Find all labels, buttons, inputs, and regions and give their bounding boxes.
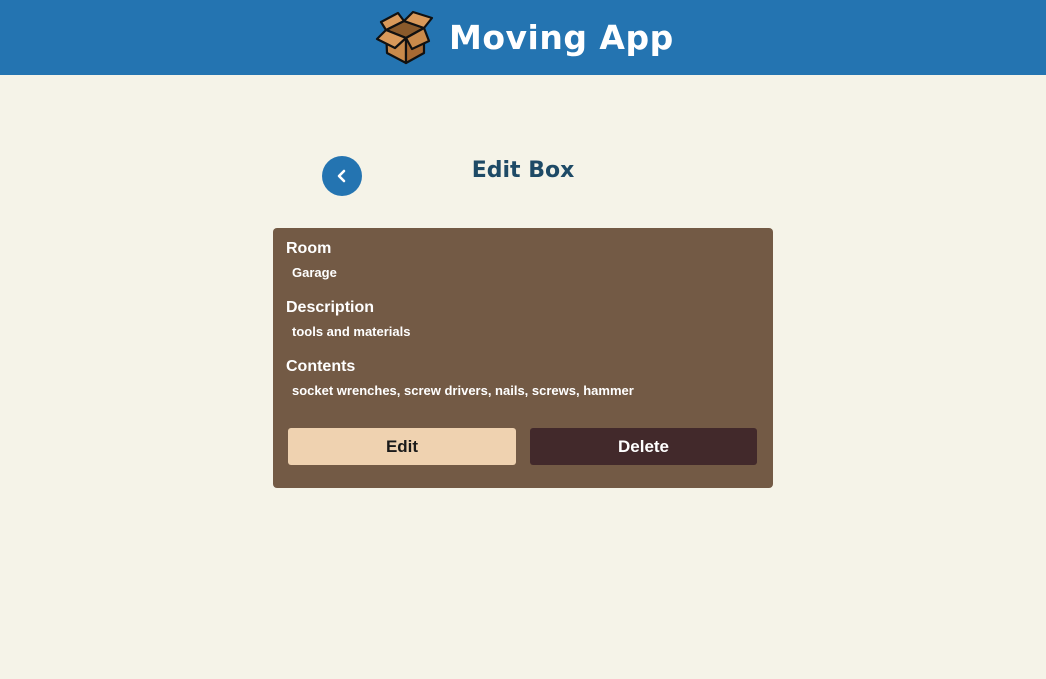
room-value: Garage: [292, 265, 337, 280]
contents-value: socket wrenches, screw drivers, nails, s…: [292, 383, 634, 398]
delete-button[interactable]: Delete: [530, 428, 757, 465]
cardboard-box-icon: [375, 10, 434, 65]
edit-button[interactable]: Edit: [288, 428, 516, 465]
description-label: Description: [286, 299, 375, 316]
description-value: tools and materials: [292, 324, 411, 339]
room-label: Room: [286, 240, 332, 257]
contents-label: Contents: [286, 358, 356, 375]
box-details-card: Room Garage Description tools and materi…: [273, 228, 773, 488]
page-title: Edit Box: [471, 158, 575, 183]
chevron-left-icon: [337, 169, 346, 183]
app-header: Moving App: [0, 0, 1046, 75]
brand[interactable]: Moving App: [374, 8, 674, 68]
back-button[interactable]: [322, 156, 362, 196]
app-title: Moving App: [449, 18, 674, 57]
